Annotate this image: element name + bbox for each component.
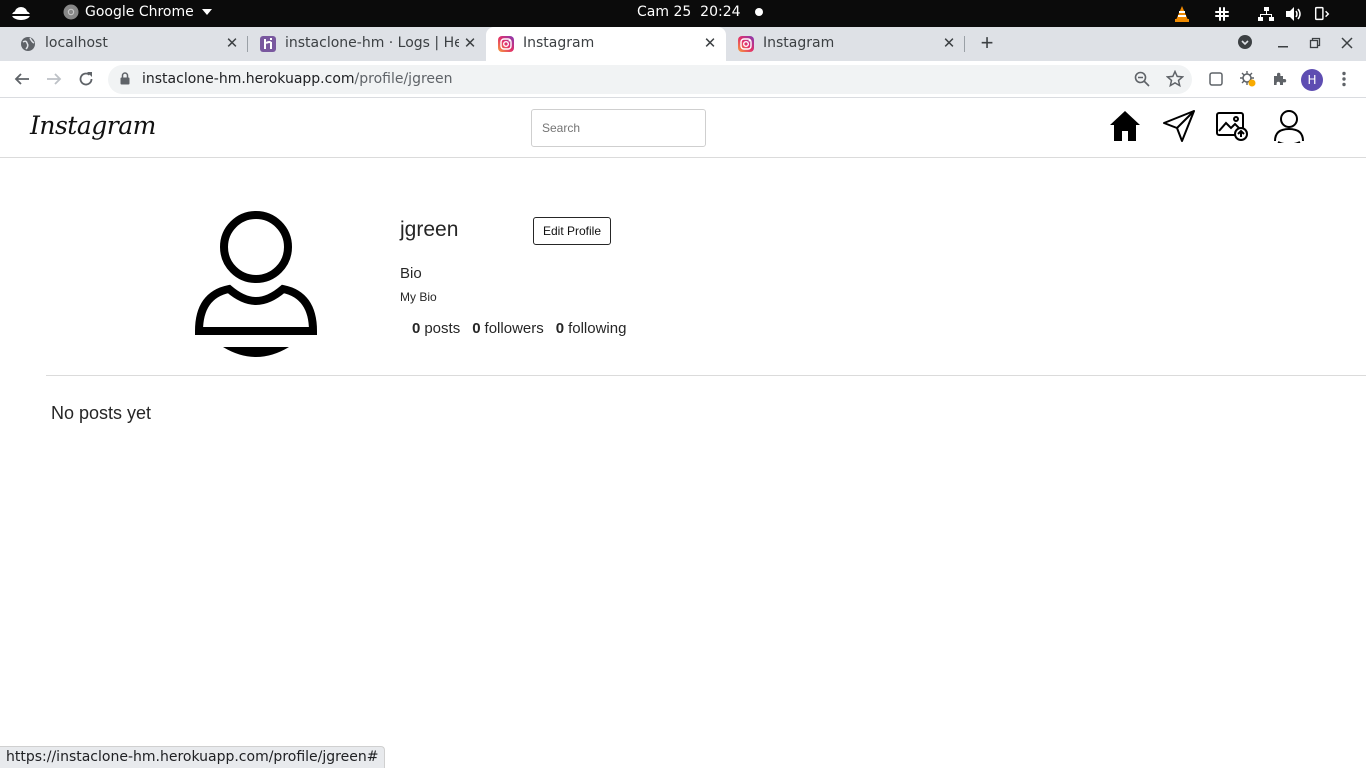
posts-stat: 0 posts <box>412 320 460 337</box>
tab-search-icon[interactable] <box>1235 34 1255 54</box>
profile-avatar[interactable]: H <box>1301 69 1323 91</box>
new-tab-button[interactable]: + <box>976 31 998 55</box>
activities-icon[interactable] <box>11 5 31 22</box>
tab-instagram[interactable]: Instagram ✕ <box>726 27 964 61</box>
power-menu-icon[interactable] <box>1313 5 1331 22</box>
extensions-puzzle-icon[interactable] <box>1270 69 1290 89</box>
image-upload-icon[interactable] <box>1215 109 1249 143</box>
extension-square-icon[interactable] <box>1206 69 1226 89</box>
following-stat[interactable]: 0 following <box>556 320 627 337</box>
page-content: Instagram jgreen Edit Profile Bio My Bio <box>0 99 1366 768</box>
reload-button[interactable] <box>74 67 98 91</box>
extension-bug-icon[interactable] <box>1238 69 1258 89</box>
profile-picture-avatar[interactable] <box>193 209 321 361</box>
tab-separator <box>964 36 965 52</box>
url-text: instaclone-hm.herokuapp.com/profile/jgre… <box>142 71 453 87</box>
empty-posts-message: No posts yet <box>51 403 152 423</box>
clock[interactable]: Cam 25 20:24 <box>637 4 763 20</box>
close-window-icon[interactable] <box>1337 34 1357 54</box>
profile-username: jgreen <box>400 218 459 241</box>
globe-icon <box>21 37 35 51</box>
section-divider <box>46 375 1366 376</box>
followers-label: followers <box>484 320 544 337</box>
forward-button[interactable] <box>42 67 66 91</box>
send-icon[interactable] <box>1162 109 1196 143</box>
chrome-menu-icon[interactable] <box>1334 69 1354 89</box>
profile-stats: 0 posts 0 followers 0 following <box>412 320 626 337</box>
minimize-icon[interactable] <box>1273 34 1293 54</box>
edit-profile-button[interactable]: Edit Profile <box>533 217 611 245</box>
tab-separator <box>247 36 248 52</box>
tab-close-icon[interactable]: ✕ <box>462 35 478 51</box>
app-menu[interactable]: Google Chrome <box>63 4 212 20</box>
tab-localhost[interactable]: localhost ✕ <box>8 27 248 61</box>
lock-icon[interactable] <box>120 72 130 85</box>
system-top-bar: Google Chrome Cam 25 20:24 <box>0 0 1366 27</box>
user-icon[interactable] <box>1272 109 1306 143</box>
network-icon[interactable] <box>1257 5 1275 22</box>
notification-dot-icon <box>754 8 763 16</box>
tab-title: instaclone-hm · Logs | Her <box>285 35 459 51</box>
followers-count: 0 <box>472 320 481 337</box>
site-header: Instagram <box>0 99 1366 158</box>
address-bar[interactable]: instaclone-hm.herokuapp.com/profile/jgre… <box>108 65 1192 94</box>
clock-text: Cam 25 20:24 <box>637 4 741 20</box>
chrome-icon <box>63 4 79 20</box>
app-menu-caret-icon <box>201 9 212 15</box>
url-path: /profile/jgreen <box>354 71 453 87</box>
followers-stat[interactable]: 0 followers <box>472 320 544 337</box>
instagram-logo[interactable]: Instagram <box>30 111 156 140</box>
tab-close-icon[interactable]: ✕ <box>941 35 957 51</box>
bookmark-star-icon[interactable] <box>1166 70 1184 88</box>
url-host: instaclone-hm.herokuapp.com <box>142 71 355 87</box>
bio-text: My Bio <box>400 290 437 304</box>
tab-title: Instagram <box>763 35 835 51</box>
home-icon[interactable] <box>1108 109 1142 143</box>
bio-label: Bio <box>400 265 422 282</box>
slack-icon[interactable] <box>1213 5 1231 22</box>
tab-strip: localhost ✕ instaclone-hm · Logs | Her ✕… <box>0 27 1366 61</box>
posts-label: posts <box>424 320 461 337</box>
tab-instagram-active[interactable]: Instagram ✕ <box>486 27 726 61</box>
search-input[interactable] <box>531 109 706 147</box>
vlc-icon[interactable] <box>1173 5 1191 22</box>
zoom-icon[interactable] <box>1134 71 1150 87</box>
restore-icon[interactable] <box>1305 34 1325 54</box>
following-label: following <box>568 320 627 337</box>
instagram-icon <box>738 36 754 52</box>
volume-icon[interactable] <box>1285 5 1303 22</box>
posts-count: 0 <box>412 320 421 337</box>
app-name: Google Chrome <box>85 4 194 20</box>
status-bar-link: https://instaclone-hm.herokuapp.com/prof… <box>0 746 386 768</box>
browser-toolbar: instaclone-hm.herokuapp.com/profile/jgre… <box>0 61 1366 98</box>
tab-close-icon[interactable]: ✕ <box>702 35 718 51</box>
arrow-left-icon <box>14 73 29 85</box>
tab-title: localhost <box>45 35 108 51</box>
tab-title: Instagram <box>523 35 595 51</box>
heroku-icon <box>260 36 276 52</box>
following-count: 0 <box>555 320 565 337</box>
instagram-icon <box>498 36 514 52</box>
tab-close-icon[interactable]: ✕ <box>224 35 240 51</box>
tab-heroku-logs[interactable]: instaclone-hm · Logs | Her ✕ <box>248 27 486 61</box>
back-button[interactable] <box>10 67 34 91</box>
reload-icon <box>79 72 93 86</box>
arrow-right-icon <box>47 73 62 85</box>
